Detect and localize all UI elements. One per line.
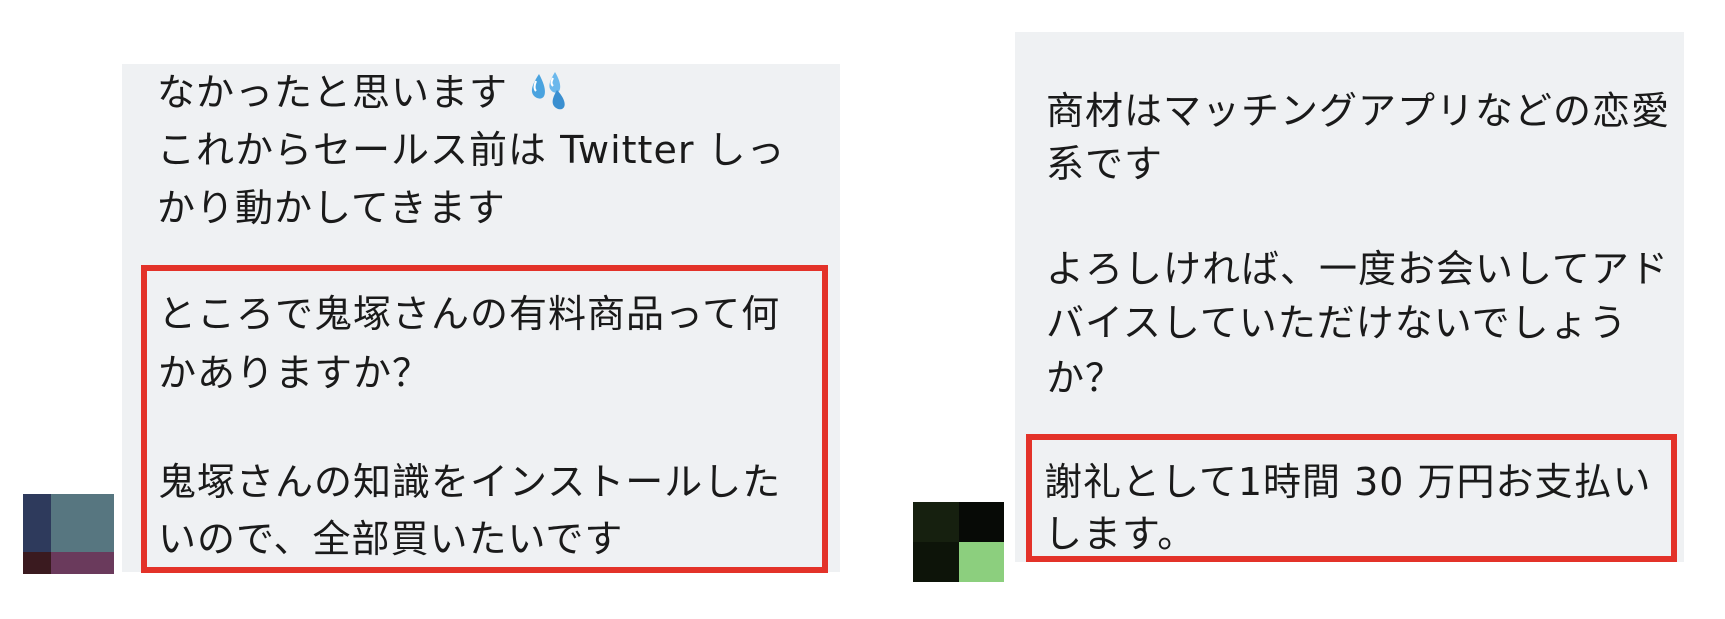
message-line: これからセールス前は Twitter しっ [157,128,786,172]
message-line: 商材はマッチングアプリなどの恋愛 [1046,89,1671,133]
left-chat-panel: なかったと思います これからセールス前は Twitter しっ かり動かしてきま… [0,0,860,619]
message-line: 鬼塚さんの知識をインストールした [158,460,782,504]
message-line: かり動かしてきます [157,186,506,230]
sender-avatar[interactable] [913,502,1004,582]
message-line: バイスしていただけないでしょう [1046,301,1628,345]
message-line: ところで鬼塚さんの有料商品って何 [158,292,781,336]
message-line: なかったと思います [157,68,573,122]
message-line: かありますか？ [158,351,432,395]
message-line: よろしければ、一度お会いしてアド [1046,247,1669,291]
right-chat-panel: 商材はマッチングアプリなどの恋愛 系です よろしければ、一度お会いしてアド バイ… [880,0,1725,619]
sender-avatar[interactable] [23,494,114,574]
message-line: 謝礼として1時間 30 万円お支払い [1044,460,1652,504]
message-line: か？ [1046,356,1125,400]
message-line: 系です [1046,142,1164,186]
message-line: します。 [1044,512,1197,556]
message-line: いので、全部買いたいです [158,517,624,561]
sweat-droplets-icon [527,68,573,122]
message-text: なかったと思います [157,70,509,115]
